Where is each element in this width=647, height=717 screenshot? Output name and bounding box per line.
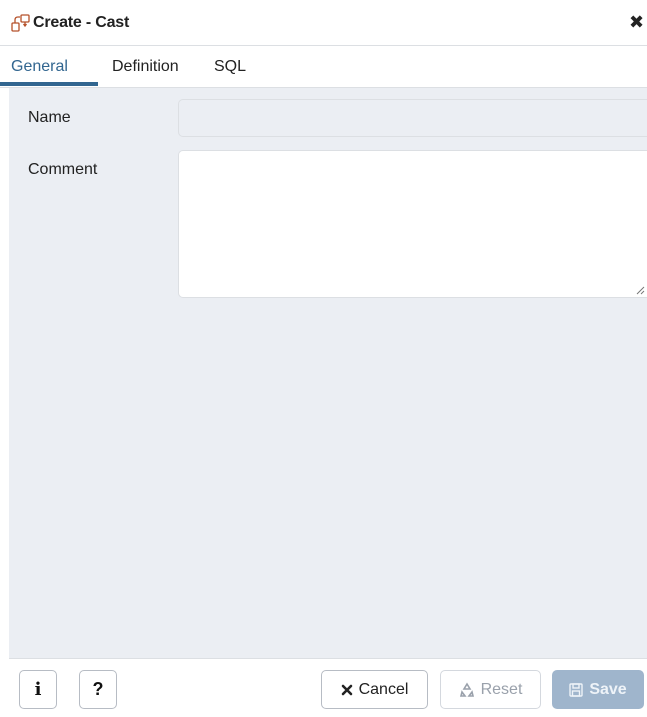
active-tab-indicator [0,82,98,86]
tab-bar: General Definition SQL [0,46,647,88]
create-cast-dialog: Create - Cast ✖ General Definition SQL N… [0,0,647,717]
save-label: Save [589,680,627,698]
dialog-titlebar: Create - Cast ✖ [0,0,647,46]
save-button[interactable]: Save [552,670,644,709]
name-input[interactable] [178,99,647,137]
reset-label: Reset [480,680,523,698]
tab-definition[interactable]: Definition [112,58,179,76]
help-icon: ? [92,679,104,699]
cancel-button[interactable]: Cancel [321,670,428,709]
recycle-icon [459,681,475,698]
tab-general[interactable]: General [11,58,68,76]
comment-textarea[interactable] [178,150,647,298]
close-icon[interactable]: ✖ [629,14,645,32]
resize-grip-icon[interactable] [635,285,645,295]
general-tab-panel: Name Comment [9,88,647,658]
info-icon: i [34,679,42,700]
info-button[interactable]: i [19,670,57,709]
cast-icon [11,14,30,32]
dialog-footer: i ? Cancel Reset Save [9,658,647,717]
reset-button[interactable]: Reset [440,670,541,709]
help-button[interactable]: ? [79,670,117,709]
dialog-title: Create - Cast [33,14,130,31]
name-label: Name [28,109,71,126]
floppy-icon [569,682,584,697]
comment-label: Comment [28,161,98,178]
tab-sql[interactable]: SQL [214,58,246,76]
cancel-label: Cancel [358,680,409,698]
times-icon [341,684,353,696]
